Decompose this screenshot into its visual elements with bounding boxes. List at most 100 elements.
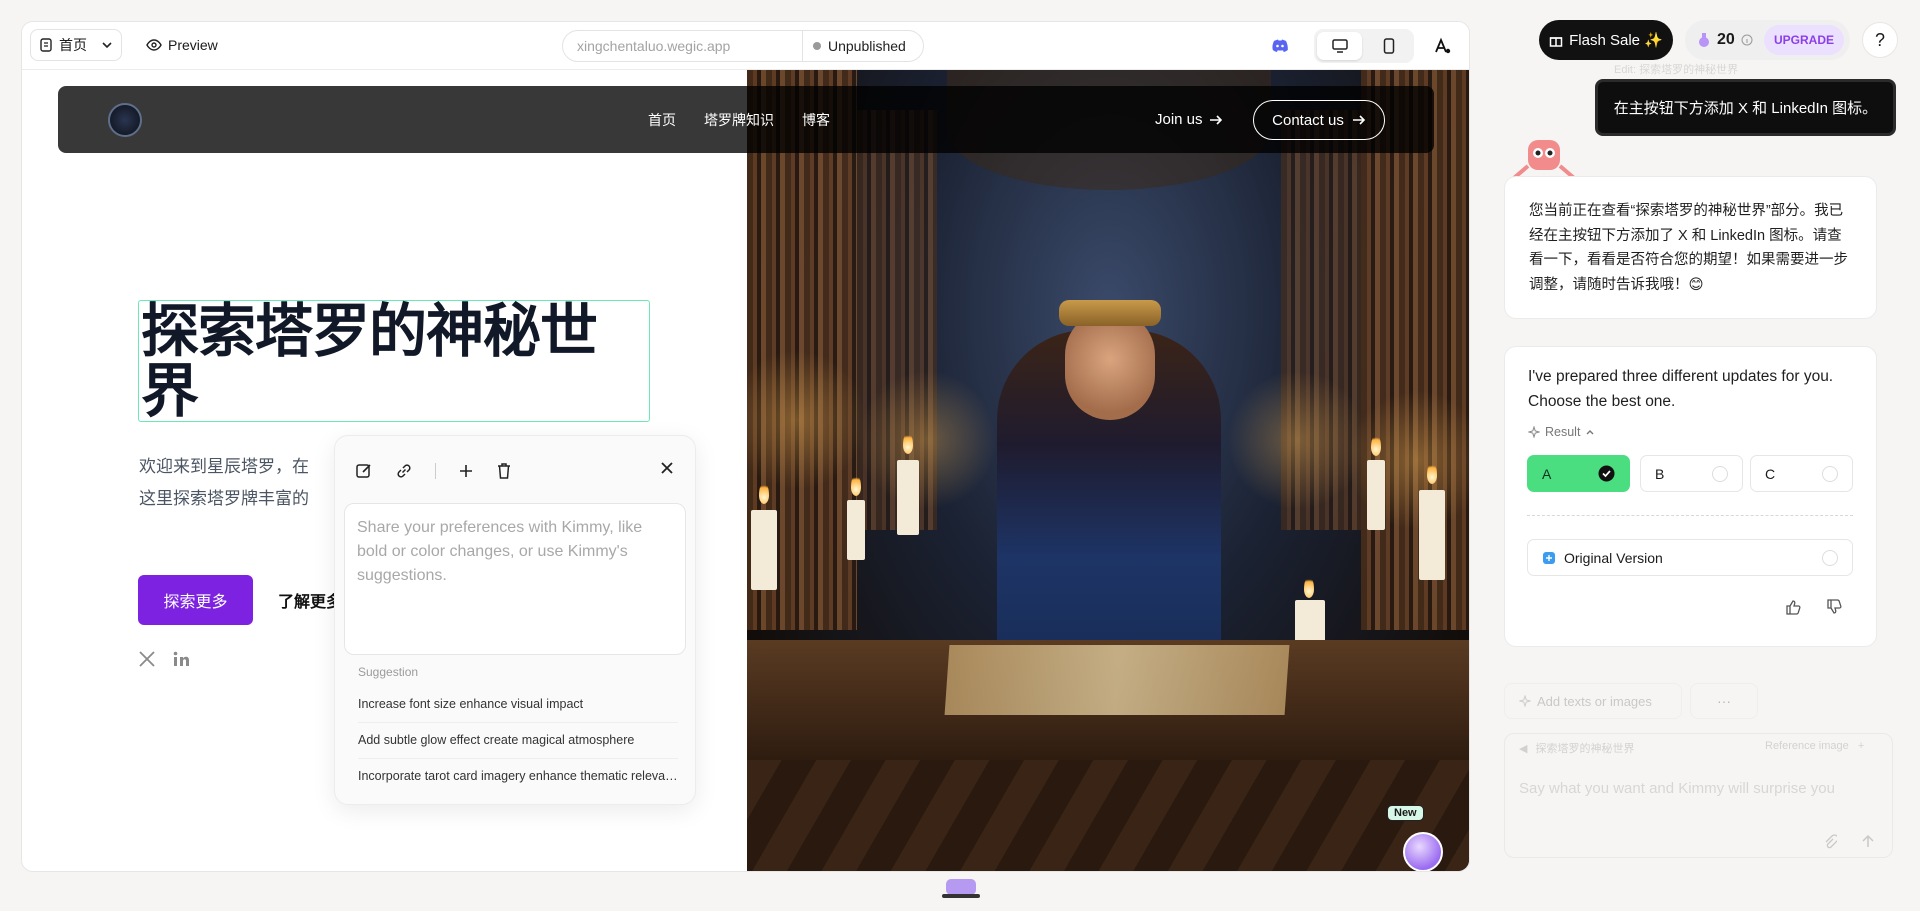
composer-input[interactable]: Say what you want and Kimmy will surpris… — [1519, 780, 1859, 797]
hero-title[interactable]: 探索塔罗的神秘世界 — [138, 300, 650, 422]
nav-link-tarot[interactable]: 塔罗牌知识 — [704, 110, 774, 130]
join-us-label: Join us — [1155, 111, 1203, 128]
updates-card: I've prepared three different updates fo… — [1504, 346, 1877, 647]
thumbs-up-icon[interactable] — [1785, 599, 1801, 615]
radio-icon — [1712, 465, 1728, 482]
page-select[interactable]: 首页 — [30, 29, 122, 61]
font-style-icon[interactable] — [1426, 30, 1458, 62]
reference-label: Reference image — [1765, 740, 1849, 752]
site-navbar: 首页 塔罗牌知识 博客 Join us Contact us — [58, 86, 1434, 153]
arrow-right-icon — [1209, 114, 1222, 125]
user-message: 在主按钮下方添加 X 和 LinkedIn 图标。 — [1595, 79, 1896, 136]
join-us-link[interactable]: Join us — [1155, 86, 1223, 153]
explore-more-button[interactable]: 探索更多 — [138, 575, 253, 625]
more-button[interactable]: ··· — [1690, 683, 1758, 719]
link-icon[interactable] — [395, 462, 413, 480]
site-logo[interactable] — [108, 103, 142, 137]
suggestion-item[interactable]: Add subtle glow effect create magical at… — [358, 733, 678, 759]
publish-status[interactable]: Unpublished — [803, 38, 906, 54]
popover-toolbar — [355, 462, 512, 480]
chevron-down-icon — [102, 42, 112, 49]
toolbar-divider — [435, 463, 436, 479]
option-label: A — [1542, 465, 1552, 482]
kimmy-mascot-icon[interactable] — [940, 876, 982, 900]
add-texts-button[interactable]: Add texts or images — [1504, 683, 1682, 719]
info-icon[interactable] — [1741, 34, 1753, 46]
suggestion-item[interactable]: Increase font size enhance visual impact — [358, 697, 678, 723]
original-version-option[interactable]: Original Version — [1527, 539, 1853, 576]
edit-icon[interactable] — [355, 462, 373, 480]
editor-topbar: 首页 Preview xingchentaluo.wegic.app Unpub… — [22, 22, 1469, 70]
publish-status-label: Unpublished — [828, 38, 906, 54]
send-icon[interactable] — [1861, 834, 1875, 848]
edit-popover: Share your preferences with Kimmy, like … — [334, 435, 696, 805]
eye-icon — [146, 39, 162, 51]
linkedin-icon[interactable] — [172, 650, 190, 668]
site-url-bar[interactable]: xingchentaluo.wegic.app Unpublished — [562, 30, 924, 62]
x-icon[interactable] — [138, 650, 156, 668]
credits-badge[interactable]: 20 UPGRADE — [1685, 20, 1850, 60]
option-c[interactable]: C — [1750, 455, 1853, 492]
divider — [1527, 515, 1853, 516]
preview-button[interactable]: Preview — [140, 29, 224, 61]
device-toggle — [1314, 29, 1414, 63]
option-a[interactable]: A — [1527, 455, 1630, 492]
credits-count: 20 — [1717, 31, 1735, 48]
assistant-message-card: 您当前正在查看“探索塔罗的神秘世界”部分。我已经在主按钮下方添加了 X 和 Li… — [1504, 176, 1877, 319]
nav-link-home[interactable]: 首页 — [648, 110, 676, 130]
reference-image-button[interactable]: Reference image + — [1765, 740, 1864, 752]
context-chip[interactable]: ◀ 探索塔罗的神秘世界 — [1519, 740, 1634, 756]
result-toggle[interactable]: Result — [1528, 425, 1595, 439]
option-label: C — [1765, 465, 1776, 482]
option-label: B — [1655, 465, 1665, 482]
paperclip-icon[interactable] — [1823, 834, 1837, 850]
thumbs-down-icon[interactable] — [1826, 599, 1842, 615]
nav-link-blog[interactable]: 博客 — [802, 110, 830, 130]
flash-sale-label: Flash Sale ✨ — [1569, 32, 1663, 49]
social-icons — [138, 650, 190, 668]
preference-input[interactable]: Share your preferences with Kimmy, like … — [344, 503, 686, 655]
help-button[interactable]: ? — [1862, 22, 1898, 58]
version-icon — [1543, 551, 1555, 564]
flash-sale-button[interactable]: Flash Sale ✨ — [1539, 20, 1673, 60]
mobile-icon[interactable] — [1366, 32, 1411, 60]
caret-left-icon: ◀ — [1519, 742, 1528, 755]
contact-us-label: Contact us — [1272, 111, 1344, 129]
sparkle-icon — [1528, 426, 1540, 438]
learn-more-link[interactable]: 了解更多 — [278, 575, 342, 625]
context-label: 探索塔罗的神秘世界 — [1535, 743, 1635, 755]
result-label: Result — [1545, 425, 1581, 439]
check-circle-icon — [1598, 465, 1615, 482]
faded-edit-header: Edit: 探索塔罗的神秘世界 — [1614, 64, 1739, 76]
composer-box: ◀ 探索塔罗的神秘世界 Reference image + Say what y… — [1504, 733, 1893, 858]
desktop-icon[interactable] — [1317, 32, 1362, 60]
upgrade-button[interactable]: UPGRADE — [1763, 25, 1844, 55]
hero-description[interactable]: 欢迎来到星辰塔罗，在这里探索塔罗牌丰富的知识与故事。 — [139, 451, 321, 515]
site-url[interactable]: xingchentaluo.wegic.app — [563, 31, 803, 61]
status-dot — [813, 42, 821, 50]
radio-icon — [1822, 549, 1838, 566]
page-select-label: 首页 — [59, 37, 87, 53]
option-b[interactable]: B — [1640, 455, 1743, 492]
updates-message: I've prepared three different updates fo… — [1528, 368, 1834, 410]
add-texts-label: Add texts or images — [1537, 693, 1652, 709]
chevron-up-icon — [1586, 430, 1594, 435]
site-canvas: 首页 塔罗牌知识 博客 Join us Contact us 探索塔罗的神秘世界… — [22, 70, 1469, 871]
preview-label: Preview — [168, 37, 218, 53]
close-icon[interactable] — [659, 460, 675, 476]
kimmy-avatar-button[interactable] — [1403, 832, 1443, 871]
arrow-right-icon — [1352, 115, 1365, 125]
plus-icon: + — [1857, 740, 1865, 752]
discord-icon[interactable] — [1264, 30, 1296, 62]
potion-icon — [1699, 33, 1709, 47]
gift-icon — [1549, 37, 1563, 47]
sparkle-icon — [1519, 695, 1531, 707]
new-badge: New — [1387, 805, 1424, 821]
contact-us-button[interactable]: Contact us — [1253, 100, 1385, 140]
trash-icon[interactable] — [496, 462, 512, 480]
site-nav-links: 首页 塔罗牌知识 博客 — [648, 86, 830, 153]
suggestion-item[interactable]: Incorporate tarot card imagery enhance t… — [358, 769, 678, 794]
assistant-message: 您当前正在查看“探索塔罗的神秘世界”部分。我已经在主按钮下方添加了 X 和 Li… — [1529, 203, 1848, 293]
page-icon — [40, 38, 52, 52]
add-icon[interactable] — [458, 463, 474, 479]
